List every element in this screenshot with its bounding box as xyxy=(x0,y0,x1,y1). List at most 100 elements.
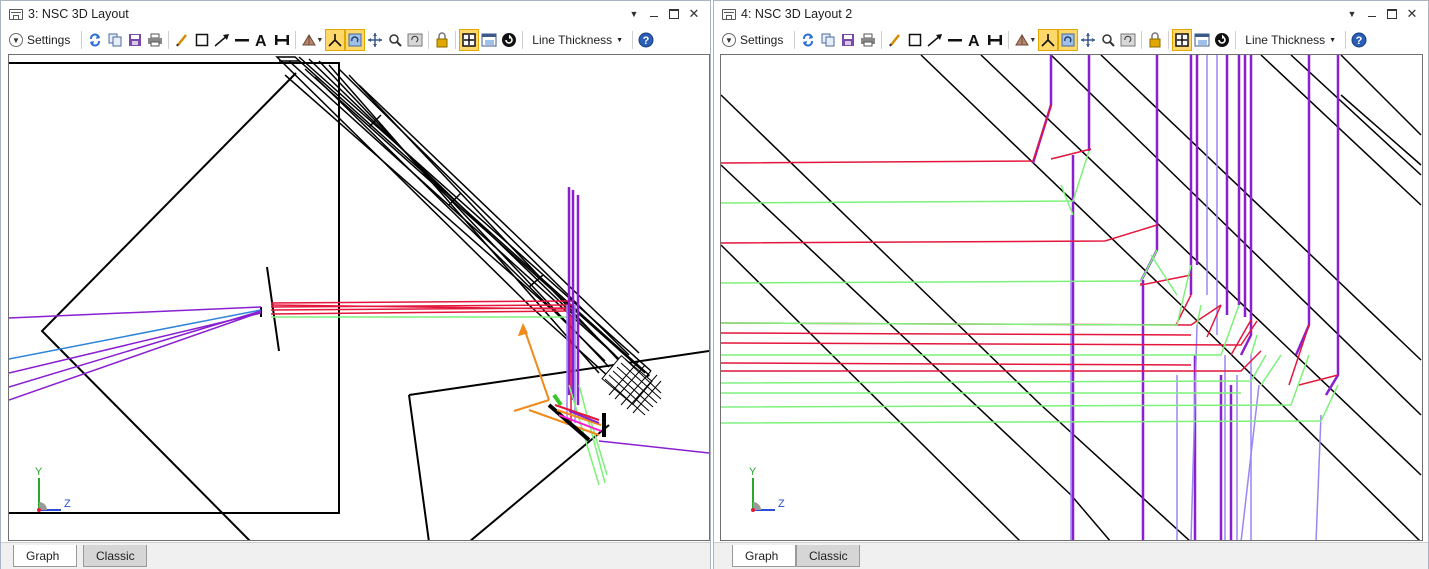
axes-button[interactable] xyxy=(1038,29,1059,51)
line-button[interactable] xyxy=(232,29,252,51)
toolbar-separator xyxy=(81,31,83,49)
minimize-button[interactable] xyxy=(1362,5,1382,23)
copy-button[interactable] xyxy=(818,29,838,51)
dimension-button[interactable] xyxy=(272,29,292,51)
text-button[interactable]: A xyxy=(965,29,985,51)
rotate-view-icon xyxy=(302,34,317,46)
window-title: 3: NSC 3D Layout xyxy=(28,7,129,21)
line-thickness-dropdown[interactable]: Line Thickness ▼ xyxy=(526,29,629,51)
pan-button[interactable] xyxy=(1078,29,1098,51)
tab-graph[interactable]: Graph xyxy=(13,545,77,567)
refresh-button[interactable] xyxy=(798,29,818,51)
settings-button[interactable]: ▼ Settings xyxy=(720,29,785,51)
rectangle-button[interactable] xyxy=(905,29,925,51)
update-icon xyxy=(502,33,517,47)
window-button[interactable] xyxy=(1192,29,1212,51)
print-button[interactable] xyxy=(858,29,878,51)
help-button[interactable]: ? xyxy=(1349,29,1369,51)
window-menu-dropdown-icon[interactable]: ▼ xyxy=(1342,5,1362,23)
line-thickness-dropdown[interactable]: Line Thickness ▼ xyxy=(1239,29,1342,51)
fit-button[interactable] xyxy=(1172,29,1193,51)
save-button[interactable] xyxy=(125,29,145,51)
tab-classic-label: Classic xyxy=(96,548,135,563)
rotate-button[interactable] xyxy=(1058,29,1079,51)
window-titlebar[interactable]: 4: NSC 3D Layout 2 ▼ ✕ xyxy=(714,1,1428,27)
reset-zoom-button[interactable] xyxy=(405,29,425,51)
minimize-button[interactable] xyxy=(644,5,664,23)
tab-graph-label: Graph xyxy=(745,548,779,563)
help-button[interactable]: ? xyxy=(636,29,656,51)
lock-button[interactable] xyxy=(432,29,452,51)
zoom-button[interactable] xyxy=(1098,29,1118,51)
tab-classic[interactable]: Classic xyxy=(796,545,860,567)
arrow-button[interactable] xyxy=(212,29,232,51)
rotate-button[interactable] xyxy=(345,29,366,51)
fit-button[interactable] xyxy=(459,29,480,51)
tab-classic[interactable]: Classic xyxy=(83,545,147,567)
view-tab-strip: Graph Classic xyxy=(714,542,1428,569)
text-icon: A xyxy=(255,33,267,48)
pan-button[interactable] xyxy=(365,29,385,51)
text-button[interactable]: A xyxy=(252,29,272,51)
svg-text:?: ? xyxy=(1356,35,1363,47)
window-icon xyxy=(481,33,497,47)
refresh-button[interactable] xyxy=(85,29,105,51)
window-button[interactable] xyxy=(479,29,499,51)
zoom-button[interactable] xyxy=(385,29,405,51)
close-button[interactable]: ✕ xyxy=(1402,5,1422,23)
window-icon xyxy=(9,8,23,20)
close-button[interactable]: ✕ xyxy=(684,5,704,23)
layout-plot-area[interactable]: Y Z xyxy=(720,54,1423,541)
line-thickness-label: Line Thickness xyxy=(1245,33,1326,47)
maximize-button[interactable] xyxy=(1382,5,1402,23)
toolbar-separator xyxy=(1345,31,1347,49)
rotate-view-dropdown-icon[interactable]: ▼ xyxy=(316,37,323,44)
y-axis-label: Y xyxy=(35,466,43,478)
settings-chevron-icon: ▼ xyxy=(722,33,736,47)
lock-icon xyxy=(1149,32,1161,48)
copy-button[interactable] xyxy=(105,29,125,51)
layout-plot-area[interactable]: Y Z xyxy=(8,54,710,541)
line-thickness-label: Line Thickness xyxy=(532,33,613,47)
view-tab-strip: Graph Classic xyxy=(1,542,710,569)
window-titlebar[interactable]: 3: NSC 3D Layout ▼ ✕ xyxy=(1,1,710,27)
pencil-button[interactable] xyxy=(172,29,192,51)
tube-assembly xyxy=(275,56,652,397)
pencil-button[interactable] xyxy=(885,29,905,51)
maximize-button[interactable] xyxy=(664,5,684,23)
rotate-view-icon xyxy=(1015,34,1030,46)
lens-element xyxy=(266,266,280,352)
save-button[interactable] xyxy=(838,29,858,51)
toolbar-separator xyxy=(1168,31,1170,49)
mount-outline xyxy=(408,350,709,396)
arrow-button[interactable] xyxy=(925,29,945,51)
lock-button[interactable] xyxy=(1145,29,1165,51)
axes-button[interactable] xyxy=(325,29,346,51)
refresh-icon xyxy=(803,33,814,47)
print-button[interactable] xyxy=(145,29,165,51)
toolbar-separator xyxy=(428,31,430,49)
reset-zoom-button[interactable] xyxy=(1118,29,1138,51)
window-icon xyxy=(1194,33,1210,47)
toolbar-separator xyxy=(632,31,634,49)
pencil-icon xyxy=(889,34,901,47)
reset-zoom-icon xyxy=(1120,33,1136,47)
rectangle-button[interactable] xyxy=(192,29,212,51)
y-axis-label: Y xyxy=(749,466,757,478)
dimension-icon xyxy=(275,35,290,45)
help-icon: ? xyxy=(1351,32,1367,48)
pan-icon xyxy=(368,33,383,47)
refresh-icon xyxy=(90,33,101,47)
axis-triad: Y Z xyxy=(749,466,785,512)
settings-label: Settings xyxy=(27,33,71,47)
rotate-view-dropdown-icon[interactable]: ▼ xyxy=(1029,37,1036,44)
dimension-button[interactable] xyxy=(985,29,1005,51)
update-button[interactable] xyxy=(499,29,519,51)
toolbar-separator xyxy=(1008,31,1010,49)
update-button[interactable] xyxy=(1212,29,1232,51)
tab-graph[interactable]: Graph xyxy=(732,545,796,567)
window-menu-dropdown-icon[interactable]: ▼ xyxy=(624,5,644,23)
settings-button[interactable]: ▼ Settings xyxy=(7,29,72,51)
fit-icon xyxy=(1175,33,1190,47)
line-button[interactable] xyxy=(945,29,965,51)
